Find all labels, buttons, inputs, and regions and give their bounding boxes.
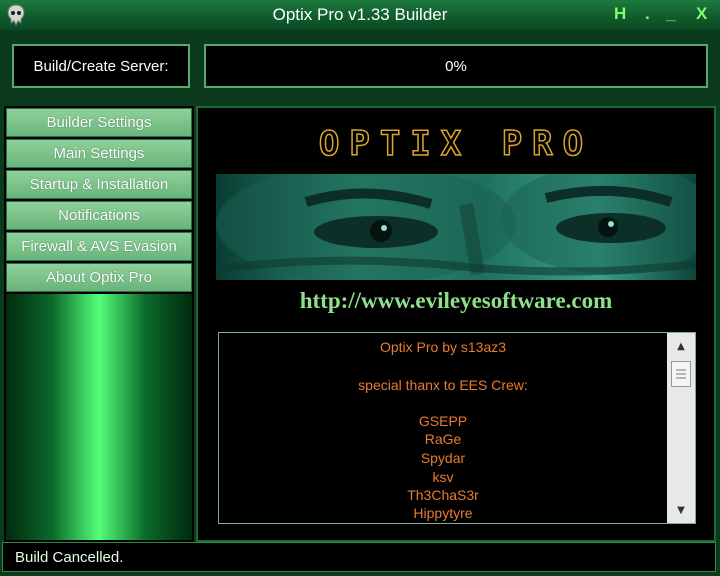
build-server-label-text: Build/Create Server: [33, 57, 169, 75]
credit-line: Th3ChaS3r [407, 487, 479, 503]
website-link[interactable]: http://www.evileyesoftware.com [196, 288, 716, 314]
credit-line: GSEPP [418, 413, 468, 429]
nav-firewall-avs-evasion[interactable]: Firewall & AVS Evasion [6, 232, 192, 261]
eyes-banner-image [216, 174, 696, 280]
nav-startup-installation[interactable]: Startup & Installation [6, 170, 192, 199]
build-progress-bar: 0% [204, 44, 708, 88]
minimize-button[interactable]: _ [666, 4, 675, 24]
credits-scrollbar[interactable]: ▲ ▼ [667, 333, 695, 523]
sidebar-glow-graphic [6, 294, 192, 540]
title-bar[interactable]: Optix Pro v1.33 Builder H . _ X [0, 0, 720, 30]
credit-line: special thanx to EES Crew: [358, 377, 528, 393]
dot-button[interactable]: . [645, 4, 650, 24]
sidebar: Builder Settings Main Settings Startup &… [4, 106, 194, 542]
credit-line: Hippytyre [413, 505, 473, 521]
close-button[interactable]: X [696, 4, 707, 24]
nav-main-settings[interactable]: Main Settings [6, 139, 192, 168]
credits-textbox[interactable]: Optix Pro by s13az3 special thanx to EES… [218, 332, 696, 524]
credit-line: RaGe [424, 431, 462, 447]
credit-line: ksv [432, 469, 454, 485]
nav-about-optix-pro[interactable]: About Optix Pro [6, 263, 192, 292]
scrollbar-thumb[interactable] [671, 361, 691, 387]
build-server-label: Build/Create Server: [12, 44, 190, 88]
optix-pro-logo: OPTIX PRO [318, 123, 594, 165]
arrow-up-icon[interactable]: ▲ [667, 335, 695, 357]
credit-line: Optix Pro by s13az3 [379, 339, 507, 355]
status-text: Build Cancelled. [15, 549, 124, 566]
credit-line: Spydar [420, 450, 466, 466]
nav-builder-settings[interactable]: Builder Settings [6, 108, 192, 137]
help-button[interactable]: H [614, 4, 626, 24]
window-title: Optix Pro v1.33 Builder [272, 5, 448, 24]
nav-notifications[interactable]: Notifications [6, 201, 192, 230]
arrow-down-icon[interactable]: ▼ [667, 499, 695, 521]
progress-text: 0% [445, 57, 467, 75]
status-bar: Build Cancelled. [2, 542, 716, 572]
